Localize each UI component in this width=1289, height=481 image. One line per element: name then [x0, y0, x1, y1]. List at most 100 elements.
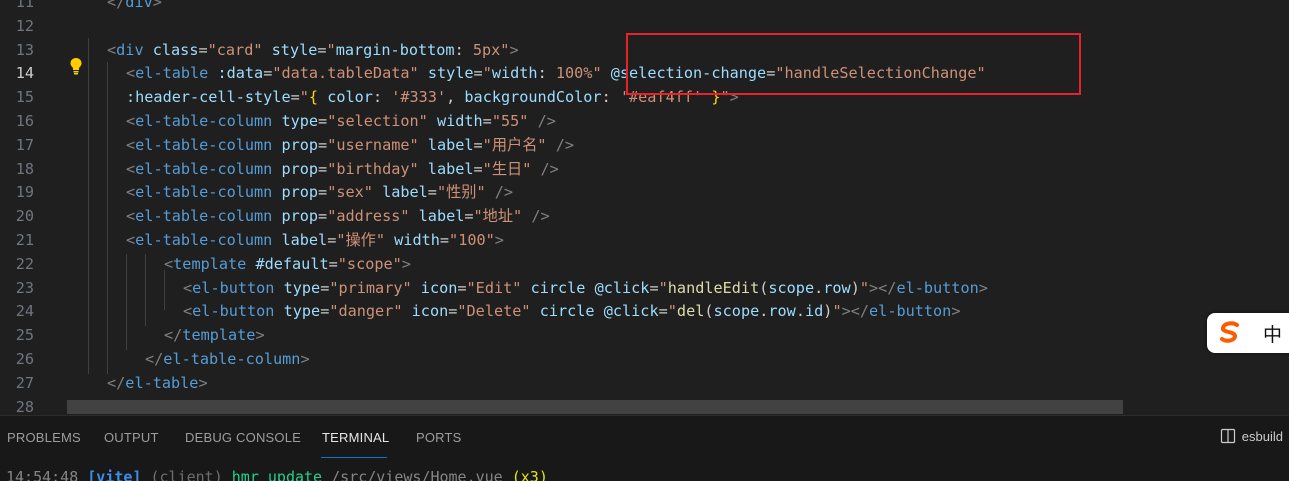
ime-mode-label: 中 [1263, 323, 1283, 346]
tab-debug-console[interactable]: DEBUG CONSOLE [185, 430, 301, 445]
code-token: < [183, 278, 193, 297]
terminal-selector[interactable]: esbuild [1220, 428, 1283, 444]
code-token: > [300, 350, 310, 368]
line-number: 23 [15, 278, 34, 297]
code-token: width [491, 64, 538, 83]
code-token: '#333' [391, 88, 447, 107]
terminal-output[interactable]: 14:54:48 [vite] (client) hmr update /src… [0, 459, 1289, 481]
code-token: , [446, 88, 465, 107]
code-token: ( [704, 302, 714, 321]
code-token: "用户名" [482, 135, 547, 154]
code-text: <el-table-column type="selection" width=… [126, 109, 556, 133]
code-token: = [318, 135, 328, 154]
line-number: 21 [15, 231, 34, 249]
code-token: circle [539, 302, 595, 321]
code-token: </ [107, 373, 126, 392]
code-token: el-button [192, 278, 275, 297]
tab-terminal[interactable]: TERMINAL [322, 430, 389, 445]
code-token: > [401, 254, 411, 273]
code-editor[interactable]: 11 </div> 12 13 <div class="card" style="mar… [0, 0, 1289, 415]
code-line[interactable]: 16 <el-table-column type="selection" widt… [0, 109, 1289, 133]
code-token: "Delete" [457, 302, 531, 321]
code-token: > [509, 40, 519, 59]
code-token: </ [164, 326, 183, 345]
code-line[interactable]: 20 <el-table-column prop="address" label=… [0, 204, 1289, 228]
code-token: = [649, 278, 659, 297]
code-token: "data.tableData" [272, 64, 419, 83]
code-line[interactable]: 24 <el-button type="danger" icon="Delete"… [0, 299, 1289, 323]
code-token: "scope" [337, 254, 402, 273]
code-line[interactable]: 17 <el-table-column prop="username" label… [0, 133, 1289, 157]
lightbulb-icon[interactable] [69, 57, 83, 75]
code-token: = [320, 302, 330, 321]
code-token: el-table [135, 64, 209, 83]
code-text: <template #default="scope"> [164, 252, 411, 276]
code-token: el-button [896, 278, 979, 297]
tab-problems[interactable]: PROBLEMS [7, 430, 81, 445]
line-number: 18 [15, 159, 34, 178]
code-line[interactable]: 19 <el-table-column prop="sex" label="性别"… [0, 180, 1289, 204]
code-token: { [308, 88, 319, 107]
code-token: el-table [125, 373, 199, 392]
code-line[interactable]: 18 <el-table-column prop="birthday" label… [0, 157, 1289, 181]
code-token: = [318, 112, 328, 130]
code-text: <div class="card" style="margin-bottom: … [107, 38, 519, 62]
code-token: row [768, 302, 796, 321]
code-line[interactable]: 25 </template> [0, 323, 1289, 347]
tab-ports[interactable]: PORTS [416, 430, 462, 445]
line-number: 20 [15, 207, 34, 226]
code-token: > [198, 373, 208, 392]
tab-output[interactable]: OUTPUT [104, 430, 159, 445]
indent-guide [164, 270, 165, 310]
code-token: 100% [555, 64, 593, 83]
code-token: = [320, 278, 330, 297]
code-token: < [164, 254, 174, 273]
code-token: = [482, 112, 492, 130]
code-token: handleEdit [667, 278, 760, 297]
code-token: > [255, 326, 265, 345]
code-token: template [182, 326, 256, 345]
code-token: circle [530, 278, 586, 297]
code-token: style [427, 64, 474, 83]
code-token: class [152, 40, 199, 59]
code-token: @click [594, 278, 650, 297]
code-line[interactable]: 27 </el-table> [0, 371, 1289, 395]
ime-indicator[interactable]: 中 [1207, 313, 1289, 353]
terminal-time: 14:54:48 [6, 468, 79, 481]
code-text: </div> [107, 0, 162, 14]
code-token: = [464, 207, 474, 226]
code-line[interactable]: 22 <template #default="scope"> [0, 252, 1289, 276]
code-line[interactable]: 23 <el-button type="primary" icon="Edit" … [0, 276, 1289, 300]
line-number: 24 [15, 302, 34, 321]
code-token: " [326, 40, 336, 59]
code-token: < [126, 207, 136, 226]
code-token: /> [555, 135, 574, 154]
code-line[interactable]: 26 </el-table-column> [0, 347, 1289, 371]
code-token: el-table-column [135, 159, 273, 178]
terminal-count: (x3) [511, 468, 548, 481]
code-text: </el-table> [107, 371, 208, 395]
sogou-s-icon [1220, 321, 1239, 343]
code-token: color [327, 88, 373, 107]
line-number: 22 [15, 254, 34, 273]
horizontal-scrollbar[interactable] [67, 400, 1123, 414]
terminal-source: [vite] [87, 468, 142, 481]
line-number: 25 [15, 326, 34, 345]
code-line[interactable]: 21 <el-table-column label="操作" width="100… [0, 228, 1289, 252]
code-token: type [283, 278, 321, 297]
code-token: < [126, 231, 136, 249]
code-line[interactable]: 11 </div> [0, 0, 1289, 14]
code-token: width [394, 231, 440, 249]
code-token: icon [420, 278, 458, 297]
code-token: :header-cell-style [126, 88, 291, 107]
code-text: <el-button type="danger" icon="Delete" c… [183, 299, 960, 323]
code-token: ) [850, 278, 860, 297]
